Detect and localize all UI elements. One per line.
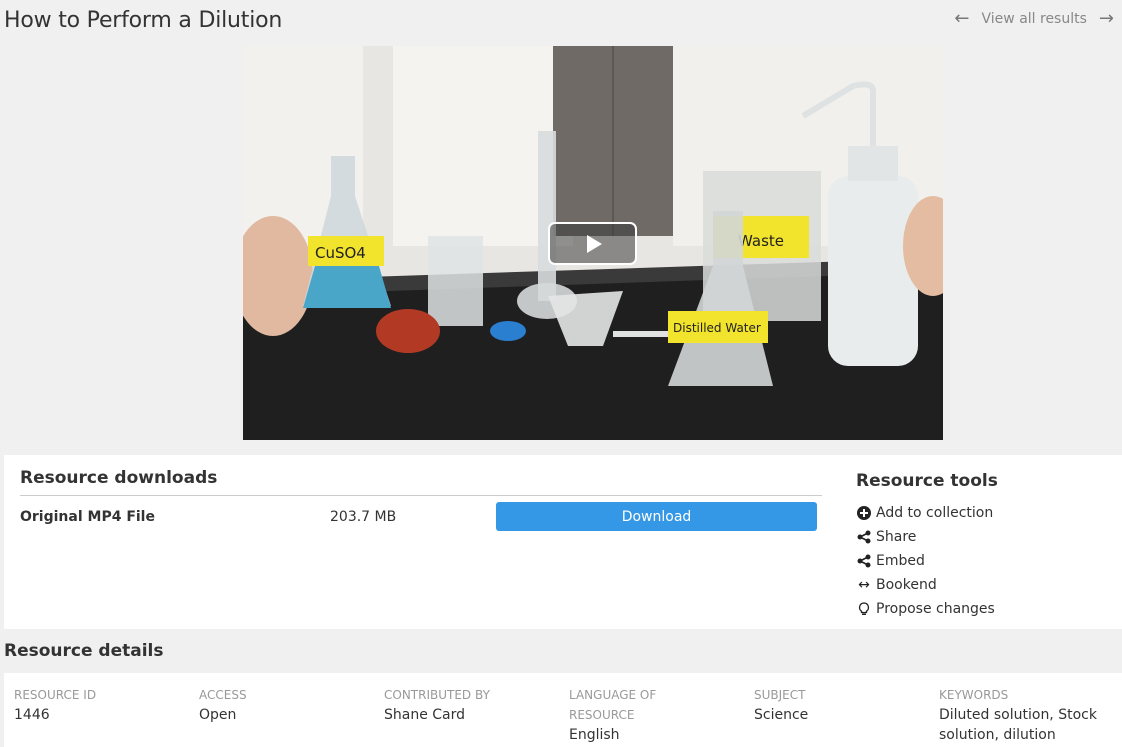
tool-label: Add to collection	[876, 505, 994, 521]
flask-label: CuSO4	[315, 244, 366, 262]
resource-downloads-heading: Resource downloads	[20, 468, 218, 488]
detail-subject: SUBJECT Science	[754, 685, 924, 725]
arrow-left-icon[interactable]: ←	[954, 10, 969, 28]
tool-label: Share	[876, 529, 917, 545]
result-navigation: ← View all results →	[954, 10, 1114, 28]
play-icon	[587, 234, 602, 253]
add-to-collection-link[interactable]: Add to collection	[856, 501, 995, 525]
resource-tools-list: Add to collection Share Embed ↔ Bookend …	[856, 501, 995, 621]
share-link[interactable]: Share	[856, 525, 995, 549]
divider	[20, 495, 822, 496]
detail-label: KEYWORDS	[939, 688, 1009, 702]
tool-label: Propose changes	[876, 601, 995, 617]
share-icon	[856, 530, 872, 544]
detail-label: ACCESS	[199, 688, 247, 702]
share-icon	[856, 554, 872, 568]
detail-label: RESOURCE ID	[14, 688, 97, 702]
embed-link[interactable]: Embed	[856, 549, 995, 573]
page-title: How to Perform a Dilution	[4, 8, 283, 33]
resource-details-heading: Resource details	[4, 641, 164, 661]
detail-value: Shane Card	[384, 707, 466, 723]
resource-downloads-panel: Resource downloads Original MP4 File 203…	[4, 455, 1122, 629]
arrows-horizontal-icon: ↔	[858, 577, 870, 593]
download-button[interactable]: Download	[496, 502, 817, 531]
distilled-label: Distilled Water	[673, 321, 761, 335]
detail-value: Open	[199, 707, 237, 723]
propose-changes-link[interactable]: Propose changes	[856, 597, 995, 621]
detail-label: LANGUAGE OF RESOURCE	[569, 688, 657, 722]
file-name: Original MP4 File	[20, 509, 155, 525]
play-button[interactable]	[548, 222, 637, 265]
bookend-link[interactable]: ↔ Bookend	[856, 573, 995, 597]
plus-circle-icon	[856, 506, 872, 520]
arrow-right-icon[interactable]: →	[1099, 10, 1114, 28]
video-player[interactable]: CuSO4 Waste Distilled Water	[243, 46, 943, 440]
tool-label: Embed	[876, 553, 925, 569]
detail-access: ACCESS Open	[199, 685, 369, 725]
detail-label: SUBJECT	[754, 688, 806, 702]
detail-value: 1446	[14, 707, 50, 723]
tool-label: Bookend	[876, 577, 937, 593]
file-size: 203.7 MB	[330, 509, 397, 525]
detail-resource-id: RESOURCE ID 1446	[14, 685, 184, 725]
detail-language: LANGUAGE OF RESOURCE English	[569, 685, 689, 745]
resource-tools-heading: Resource tools	[856, 471, 998, 491]
detail-keywords: KEYWORDS Diluted solution, Stock solutio…	[939, 685, 1119, 745]
resource-details-panel: RESOURCE ID 1446 ACCESS Open CONTRIBUTED…	[4, 673, 1122, 747]
lightbulb-icon	[856, 602, 872, 616]
detail-value: Diluted solution, Stock solution, diluti…	[939, 707, 1097, 743]
view-all-results-link[interactable]: View all results	[982, 11, 1087, 27]
detail-contributed-by: CONTRIBUTED BY Shane Card	[384, 685, 554, 725]
detail-label: CONTRIBUTED BY	[384, 688, 490, 702]
detail-value: Science	[754, 707, 809, 723]
waste-label: Waste	[738, 232, 784, 250]
detail-value: English	[569, 727, 620, 743]
